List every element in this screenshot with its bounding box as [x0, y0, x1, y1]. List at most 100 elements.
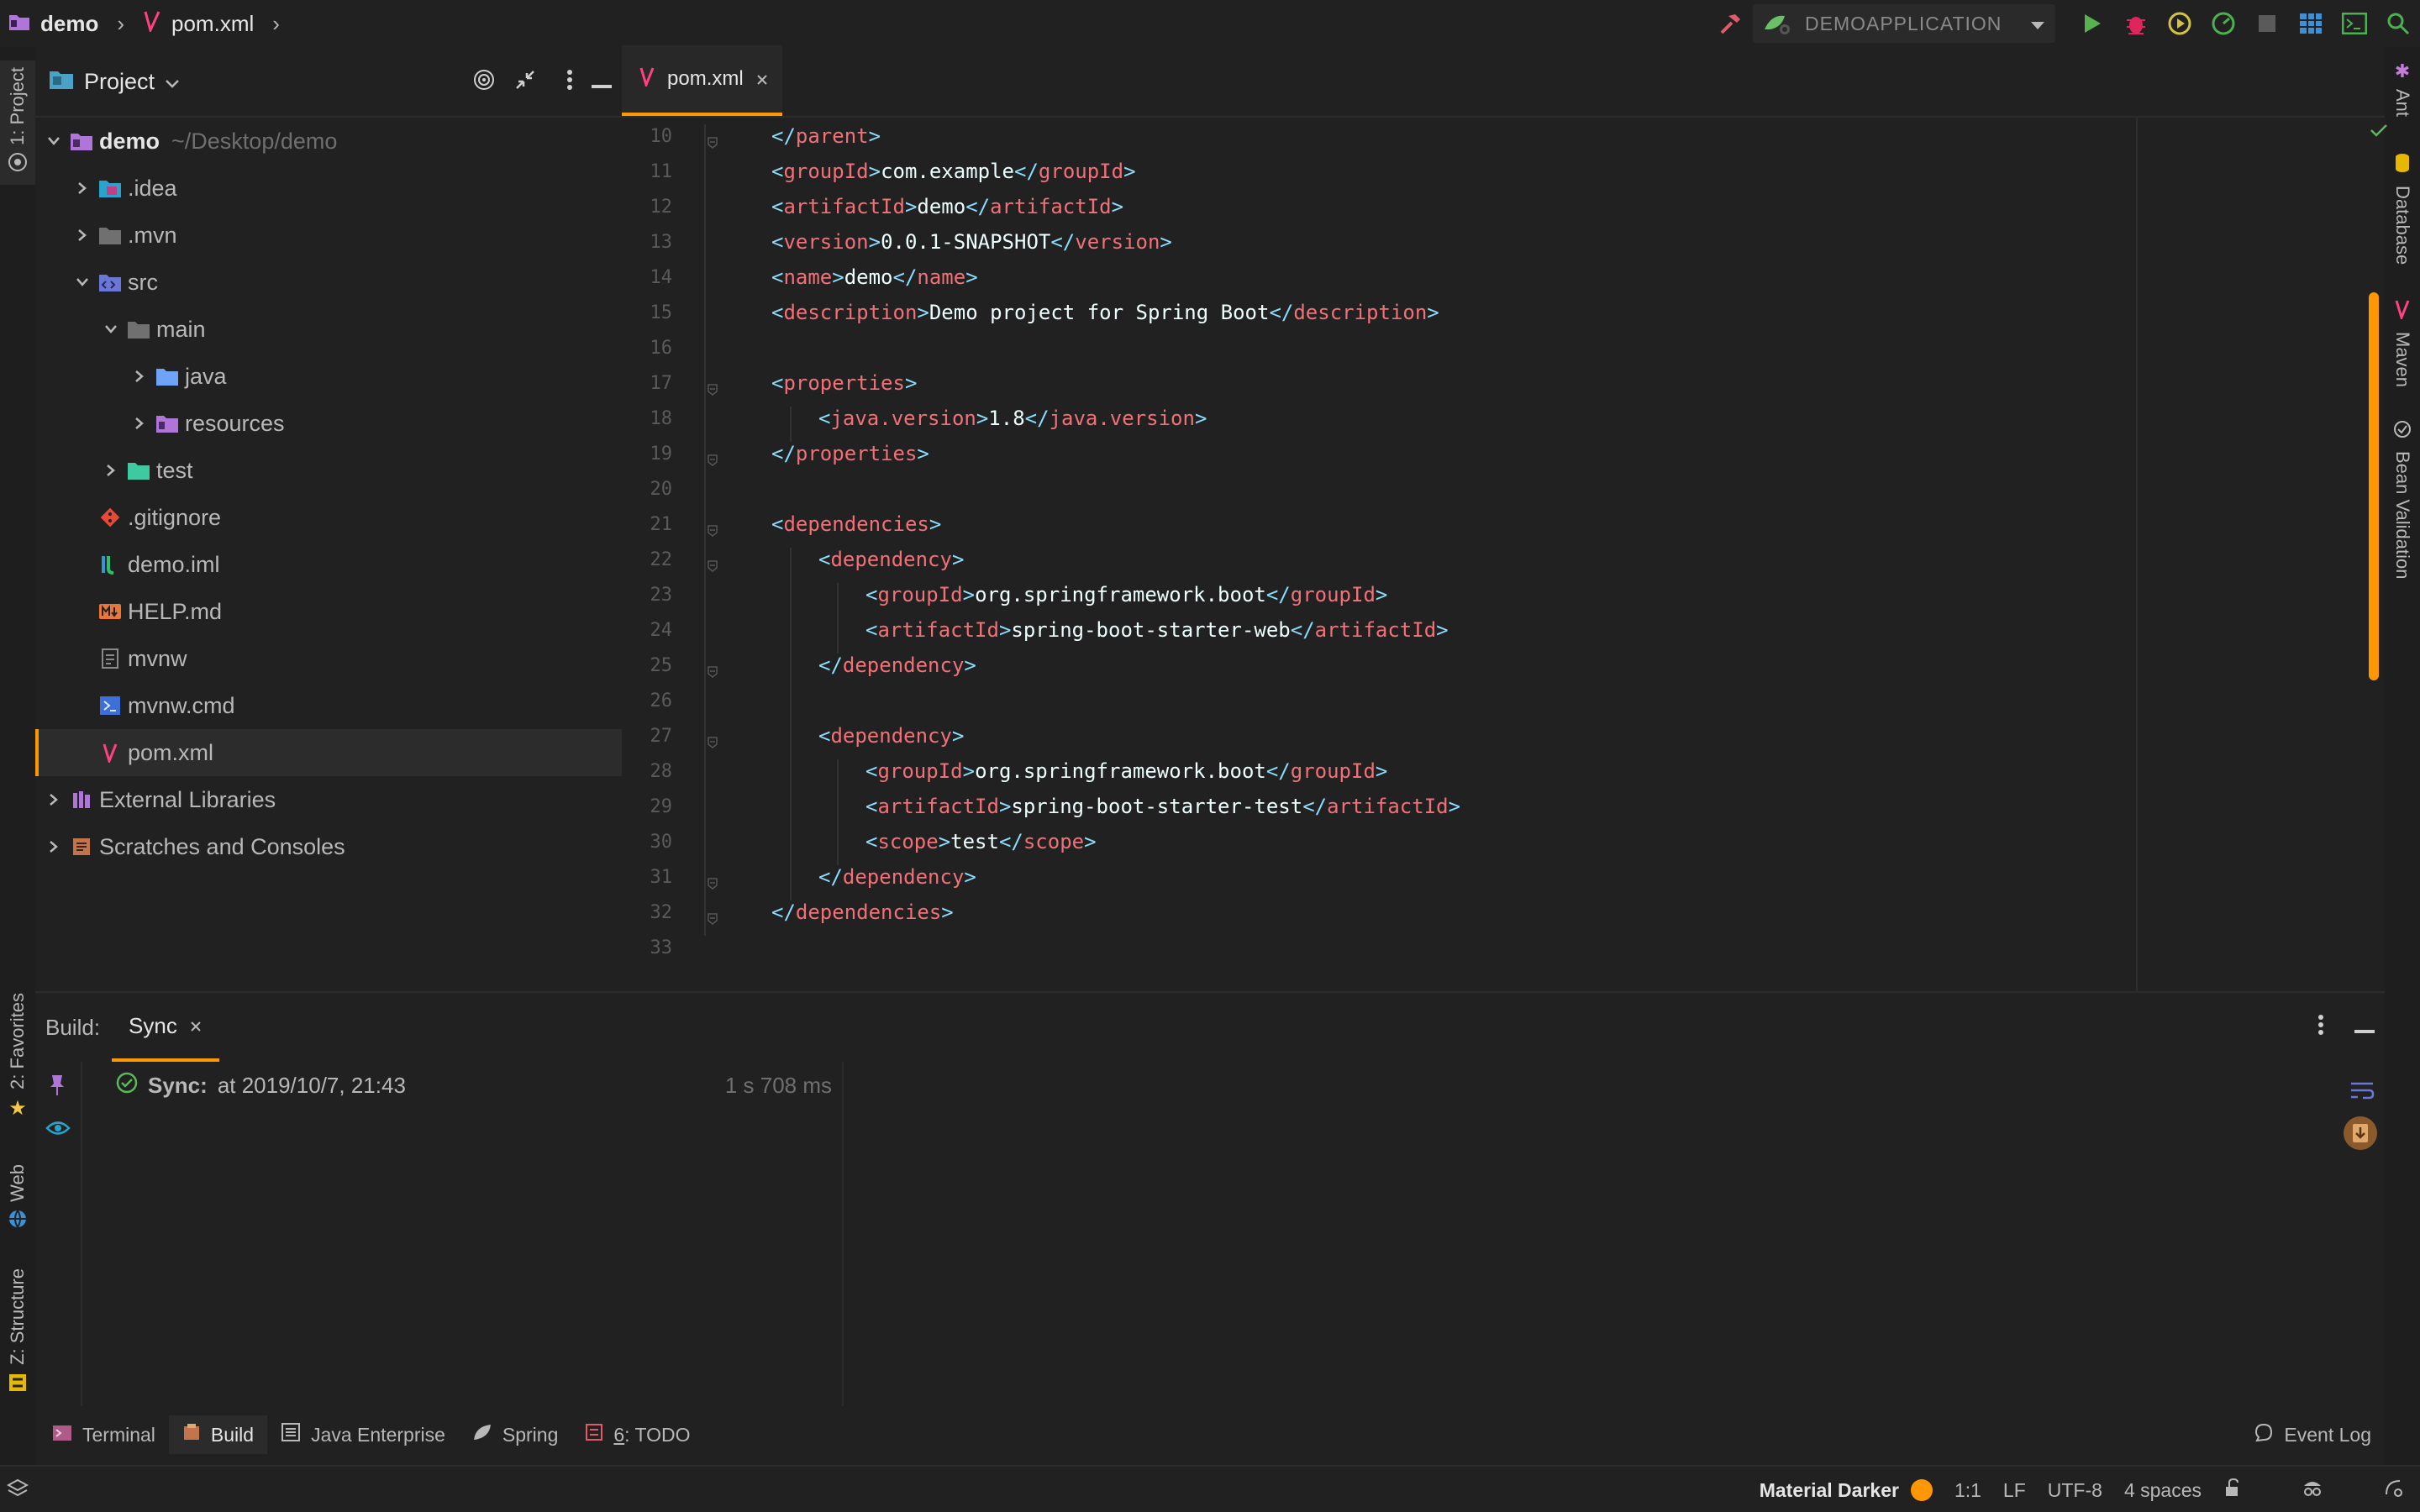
tree-item-mvnw[interactable]: mvnw — [35, 635, 622, 682]
tool-tab-database[interactable]: Database — [2385, 153, 2420, 265]
lock-icon[interactable] — [2223, 1478, 2242, 1503]
tool-tab-project[interactable]: 1: Project — [0, 60, 35, 185]
tree-item-scratches[interactable]: Scratches and Consoles — [35, 823, 622, 870]
fold-marker-icon[interactable] — [706, 872, 719, 890]
code-line[interactable]: <dependencies> — [771, 512, 941, 536]
memory-indicator-icon[interactable] — [2383, 1478, 2403, 1503]
tree-item-mvn[interactable]: .mvn — [35, 212, 622, 259]
code-line[interactable]: </properties> — [771, 442, 929, 465]
soft-wrap-icon[interactable] — [2349, 1080, 2375, 1108]
code-line[interactable]: <artifactId>spring-boot-starter-web</art… — [865, 618, 1449, 642]
fold-marker-icon[interactable] — [706, 131, 719, 149]
fold-marker-icon[interactable] — [706, 519, 719, 537]
code-line[interactable]: </parent> — [771, 124, 881, 148]
chevron-right-icon[interactable] — [44, 840, 64, 853]
code-line[interactable]: <java.version>1.8</java.version> — [818, 407, 1207, 430]
chevron-right-icon[interactable] — [44, 793, 64, 806]
code-area[interactable]: 10 11 12 13 14 15 16 17 18 19 20 21 22 23 24 25 26 27 28 29… — [622, 118, 2385, 1001]
tree-item-idea[interactable]: .idea — [35, 165, 622, 212]
code-line[interactable]: <dependency> — [818, 548, 964, 571]
chevron-down-icon[interactable] — [165, 69, 180, 95]
tree-item-demo[interactable]: demo ~/Desktop/demo — [35, 118, 622, 165]
debug-button[interactable] — [2114, 0, 2158, 47]
code-line[interactable]: </dependencies> — [771, 900, 954, 924]
fold-marker-icon[interactable] — [706, 660, 719, 678]
code-line[interactable]: <artifactId>demo</artifactId> — [771, 195, 1123, 218]
tool-button-todo[interactable]: 6: TODO — [571, 1415, 703, 1454]
code-line[interactable]: <groupId>org.springframework.boot</group… — [865, 759, 1387, 783]
code-line[interactable]: <dependency> — [818, 724, 964, 748]
tool-tab-bean-validation[interactable]: Bean Validation — [2385, 418, 2420, 580]
code-line[interactable]: <groupId>org.springframework.boot</group… — [865, 583, 1387, 606]
tree-item-external-libraries[interactable]: External Libraries — [35, 776, 622, 823]
code-line[interactable]: <description>Demo project for Spring Boo… — [771, 301, 1439, 324]
project-panel-title[interactable]: Project — [84, 69, 155, 95]
more-options-icon[interactable] — [2317, 1014, 2324, 1042]
code-line[interactable]: </dependency> — [818, 865, 976, 889]
close-icon[interactable] — [755, 66, 769, 92]
chevron-right-icon[interactable] — [72, 181, 92, 195]
chevron-down-icon[interactable] — [101, 324, 121, 334]
code-line[interactable]: <properties> — [771, 371, 917, 395]
chevron-right-icon[interactable] — [72, 228, 92, 242]
tree-item-help-md[interactable]: HELP.md — [35, 588, 622, 635]
pin-icon[interactable] — [47, 1074, 67, 1103]
collapse-all-icon[interactable] — [514, 69, 536, 97]
minimize-icon[interactable] — [2354, 1015, 2375, 1041]
build-hammer-button[interactable] — [1709, 0, 1753, 47]
terminal-button[interactable] — [2333, 0, 2376, 47]
code-line[interactable]: <groupId>com.example</groupId> — [771, 160, 1136, 183]
chevron-right-icon[interactable] — [129, 417, 150, 430]
minimize-icon[interactable] — [592, 70, 612, 96]
tool-tab-favorites[interactable]: 2: Favorites ★ — [0, 993, 35, 1121]
tool-tab-ant[interactable]: ✱ Ant — [2385, 60, 2420, 117]
tool-tab-web[interactable]: Web — [0, 1164, 35, 1235]
locate-icon[interactable] — [472, 68, 496, 97]
sync-row[interactable]: Sync: at 2019/10/7, 21:43 1 s 708 ms — [82, 1062, 842, 1109]
tool-tab-maven[interactable]: Maven — [2385, 299, 2420, 387]
tree-item-src[interactable]: src — [35, 259, 622, 306]
tree-item-demo-iml[interactable]: demo.iml — [35, 541, 622, 588]
run-configuration-select[interactable]: DEMOAPPLICATION — [1753, 4, 2055, 43]
chevron-down-icon[interactable] — [72, 277, 92, 287]
tool-button-terminal[interactable]: Terminal — [39, 1415, 169, 1454]
build-tab-sync[interactable]: Sync — [112, 993, 219, 1062]
tree-item-main[interactable]: main — [35, 306, 622, 353]
tool-button-spring[interactable]: Spring — [459, 1415, 571, 1454]
tool-button-build[interactable]: Build — [168, 1415, 268, 1454]
tree-item-test[interactable]: test — [35, 447, 622, 494]
stop-button[interactable] — [2245, 0, 2289, 47]
profile-button[interactable] — [2202, 0, 2245, 47]
tool-button-java-enterprise[interactable]: Java Enterprise — [267, 1415, 459, 1454]
fold-marker-icon[interactable] — [706, 907, 719, 925]
breadcrumb-file[interactable]: pom.xml — [171, 11, 254, 37]
tool-tab-structure[interactable]: Z: Structure — [0, 1268, 35, 1398]
file-encoding[interactable]: UTF-8 — [2048, 1479, 2102, 1502]
code-line[interactable]: <artifactId>spring-boot-starter-test</ar… — [865, 795, 1460, 818]
breadcrumb-project[interactable]: demo — [40, 11, 98, 37]
fold-marker-icon[interactable] — [706, 731, 719, 748]
fold-marker-icon[interactable] — [706, 378, 719, 396]
more-options-icon[interactable] — [566, 69, 573, 97]
editor-tab-pom-xml[interactable]: pom.xml — [622, 45, 782, 116]
chevron-down-icon[interactable] — [44, 136, 64, 146]
theme-widget[interactable]: Material Darker — [1760, 1479, 1933, 1502]
run-button[interactable] — [2070, 0, 2114, 47]
search-icon[interactable] — [2376, 0, 2420, 47]
tree-item-java[interactable]: java — [35, 353, 622, 400]
inspection-ok-icon[interactable] — [2370, 118, 2388, 144]
close-icon[interactable] — [189, 1013, 203, 1039]
run-with-coverage-button[interactable] — [2158, 0, 2202, 47]
editor-scrollbar[interactable] — [2369, 292, 2379, 680]
fold-marker-icon[interactable] — [706, 449, 719, 466]
tree-item-mvnw-cmd[interactable]: mvnw.cmd — [35, 682, 622, 729]
tree-item-resources[interactable]: resources — [35, 400, 622, 447]
chevron-right-icon[interactable] — [101, 464, 121, 477]
indent-setting[interactable]: 4 spaces — [2124, 1479, 2202, 1502]
line-separator[interactable]: LF — [2003, 1479, 2026, 1502]
code-line[interactable]: </dependency> — [818, 654, 976, 677]
code-line[interactable]: <name>demo</name> — [771, 265, 978, 289]
code-line[interactable]: <version>0.0.1-SNAPSHOT</version> — [771, 230, 1172, 254]
tool-windows-icon[interactable] — [6, 1478, 29, 1506]
tool-button-event-log[interactable]: Event Log — [2240, 1415, 2385, 1454]
